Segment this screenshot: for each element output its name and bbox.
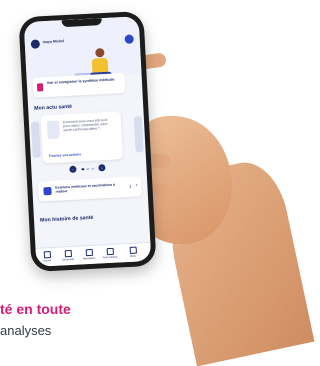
phone-screen: Inaya Michel Voir et enregistrer la synt… — [23, 16, 152, 267]
examens-card-label: Examens médicaux et vaccinations à réali… — [55, 182, 116, 194]
actu-card-link[interactable]: Trouvez vos actions — [49, 152, 82, 158]
examens-card[interactable]: Examens médicaux et vaccinations à réali… — [38, 176, 142, 202]
chevron-right-icon[interactable]: › — [98, 164, 106, 172]
bottom-navigation: Accueil Documents Messagerie Profil médi… — [35, 241, 152, 267]
mail-icon — [85, 248, 93, 257]
nav-label: Profil médical — [102, 255, 118, 260]
menu-icon — [129, 246, 137, 254]
nav-item-documents[interactable]: Documents — [59, 250, 78, 262]
pager-dot[interactable] — [91, 167, 94, 170]
carousel-pager: ‹ › — [69, 164, 106, 174]
actu-carousel[interactable]: Comment avez-vous été suivi pour mieux c… — [29, 110, 146, 166]
heart-icon — [106, 247, 114, 256]
user-name: Inaya Michel — [42, 39, 65, 45]
nav-label: Documents — [62, 257, 75, 262]
actu-card-image — [46, 120, 60, 140]
history-section-title: Mon histoire de santé — [39, 214, 94, 224]
document-icon — [36, 83, 44, 92]
nav-label: Accueil — [43, 259, 52, 263]
avatar[interactable] — [30, 39, 41, 49]
chevron-right-icon: › — [135, 182, 138, 189]
pager-dot-active[interactable] — [81, 167, 84, 171]
illustration-person-head — [95, 48, 105, 58]
nav-label: Menu — [129, 254, 137, 258]
pager-dot[interactable] — [86, 167, 89, 171]
caption-headline: té en toute — [0, 301, 71, 317]
nav-item-menu[interactable]: Menu — [124, 246, 143, 258]
smartphone: Inaya Michel Voir et enregistrer la synt… — [18, 10, 157, 273]
caption-subline: analyses — [0, 323, 52, 338]
calendar-icon — [43, 186, 52, 196]
actu-card[interactable]: Comment avez-vous été suivi pour mieux c… — [40, 111, 123, 164]
folder-icon — [64, 250, 72, 258]
synthese-card-label: Voir et enregistrer la synthèse médicale — [46, 77, 115, 86]
actu-card-next[interactable] — [133, 116, 144, 153]
chevron-left-icon[interactable]: ‹ — [69, 165, 77, 173]
nav-item-profil[interactable]: Profil médical — [101, 247, 120, 260]
actu-card-text: Comment avez-vous été suivi pour mieux c… — [62, 117, 108, 133]
synthese-medicale-card[interactable]: Voir et enregistrer la synthèse médicale — [32, 72, 126, 98]
actu-section-title: Mon actu santé — [34, 103, 73, 112]
nav-item-messagerie[interactable]: Messagerie — [80, 248, 99, 261]
actu-card-previous[interactable] — [30, 121, 41, 158]
home-icon — [43, 251, 51, 259]
nav-label: Messagerie — [82, 256, 96, 261]
examens-count: 1 — [128, 183, 132, 189]
profile-icon[interactable] — [124, 34, 134, 44]
nav-item-accueil[interactable]: Accueil — [38, 251, 57, 263]
